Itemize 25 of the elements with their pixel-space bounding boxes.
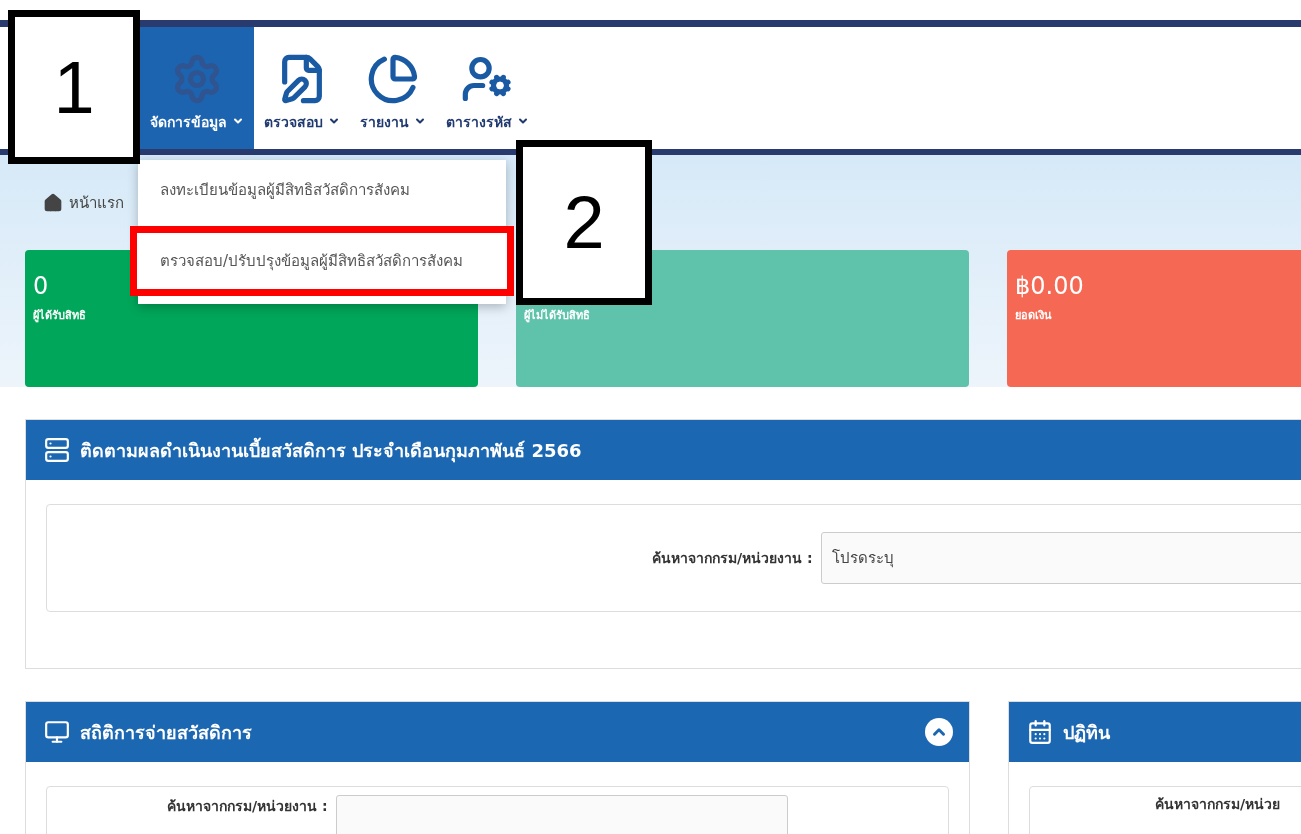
panel-title: ปฏิทิน [1063, 720, 1111, 745]
pie-chart-icon [366, 53, 419, 105]
collapse-button[interactable] [925, 718, 953, 746]
stat-label: ผู้ได้รับสิทธิ [33, 309, 86, 322]
home-icon [43, 192, 63, 213]
panel-title: ติดตามผลดำเนินงานเบี้ยสวัสดิการ ประจำเดือนกุมภาพันธ์ 2566 [80, 436, 583, 465]
nav-item[interactable]: จัดการข้อมูล [140, 27, 254, 149]
stat-value: 0 [33, 272, 49, 300]
select-field[interactable]: โปรดระบุ [820, 532, 1301, 584]
panel-title: สถิติการจ่ายสวัสดิการ [80, 720, 253, 745]
stat-label: ยอดเงิน [1015, 309, 1052, 322]
monitor-icon [44, 719, 70, 745]
filter-label: ค้นหาจากกรม/หน่วยงาน : [652, 549, 813, 568]
calendar-icon [1027, 719, 1053, 745]
menu-item[interactable]: ลงทะเบียนข้อมูลผู้มีสิทธิสวัสดิการสังคม [138, 166, 506, 214]
server-icon [44, 437, 70, 463]
menu-item[interactable]: ตรวจสอบ/ปรับปรุงข้อมูลผู้มีสิทธิสวัสดิการสังคม [130, 226, 514, 296]
stat-value: ฿0.00 [1015, 272, 1084, 300]
breadcrumb-link[interactable]: หน้าแรก [69, 190, 124, 215]
filter-label: ค้นหาจากกรม/หน่วยงาน : [167, 797, 328, 816]
annotation-number: 1 [8, 10, 140, 164]
filter-label: ค้นหาจากกรม/หน่วย [1155, 795, 1281, 814]
select-field[interactable] [335, 795, 788, 834]
annotation-number: 2 [516, 140, 652, 305]
stat-label: ผู้ไม่ได้รับสิทธิ [524, 309, 590, 322]
